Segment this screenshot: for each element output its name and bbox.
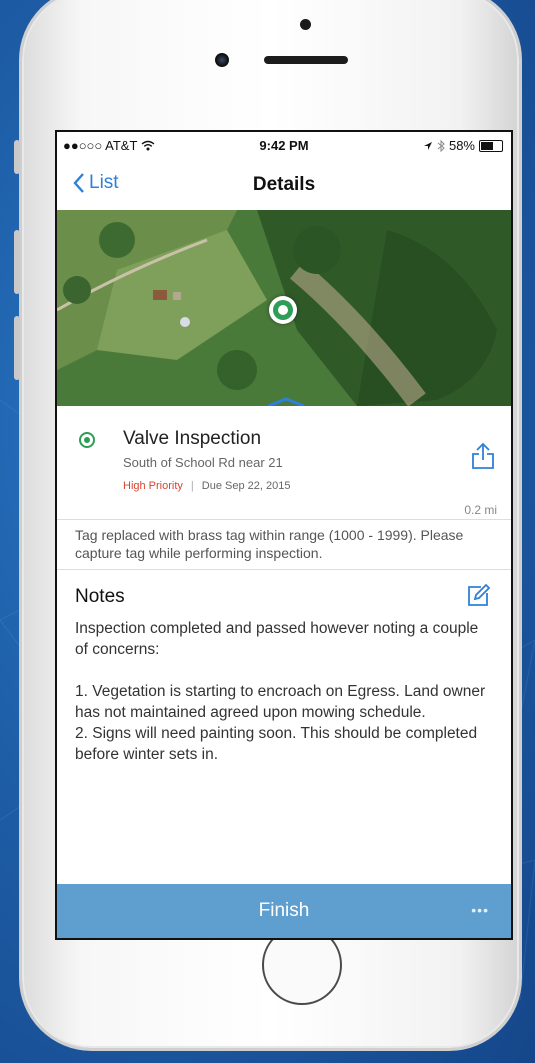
- earpiece-speaker: [264, 56, 348, 64]
- bluetooth-icon: [437, 139, 445, 152]
- meta-separator: |: [190, 480, 194, 492]
- location-arrow-icon: [423, 141, 432, 150]
- priority-badge: High Priority: [123, 480, 183, 492]
- map-location-marker[interactable]: [269, 296, 297, 324]
- status-bar: ●●○○○ AT&T 9:42 PM 58%: [57, 132, 511, 158]
- share-icon[interactable]: [471, 442, 495, 470]
- volume-down-button: [14, 316, 20, 380]
- more-options-button[interactable]: •••: [471, 902, 489, 918]
- mute-switch: [14, 140, 20, 174]
- item-meta: High Priority | Due Sep 22, 2015: [123, 480, 290, 492]
- page-title: Details: [252, 174, 316, 195]
- item-title: Valve Inspection: [123, 428, 262, 449]
- action-footer: Finish •••: [57, 884, 511, 938]
- item-description: Tag replaced with brass tag within range…: [75, 527, 464, 561]
- status-indicator-icon: [79, 432, 95, 448]
- map-view[interactable]: [57, 210, 511, 406]
- proximity-sensor: [300, 19, 311, 30]
- volume-up-button: [14, 230, 20, 294]
- edit-icon[interactable]: [465, 583, 491, 609]
- item-address: South of School Rd near 21: [123, 455, 283, 470]
- navigation-bar: List Details: [57, 158, 511, 210]
- notes-heading: Notes: [75, 586, 125, 607]
- battery-icon: [479, 139, 503, 152]
- drawer-handle-icon[interactable]: [264, 396, 308, 406]
- divider: [57, 519, 511, 520]
- front-camera: [215, 53, 229, 67]
- app-screen: ●●○○○ AT&T 9:42 PM 58% List Details Valv…: [55, 130, 513, 940]
- distance-label: 0.2 mi: [464, 503, 497, 517]
- status-right: 58%: [423, 138, 503, 153]
- finish-button[interactable]: Finish: [57, 900, 511, 922]
- divider: [57, 569, 511, 570]
- notes-body: Inspection completed and passed however …: [75, 620, 486, 763]
- due-date: Due Sep 22, 2015: [201, 480, 291, 492]
- battery-percent: 58%: [448, 138, 475, 153]
